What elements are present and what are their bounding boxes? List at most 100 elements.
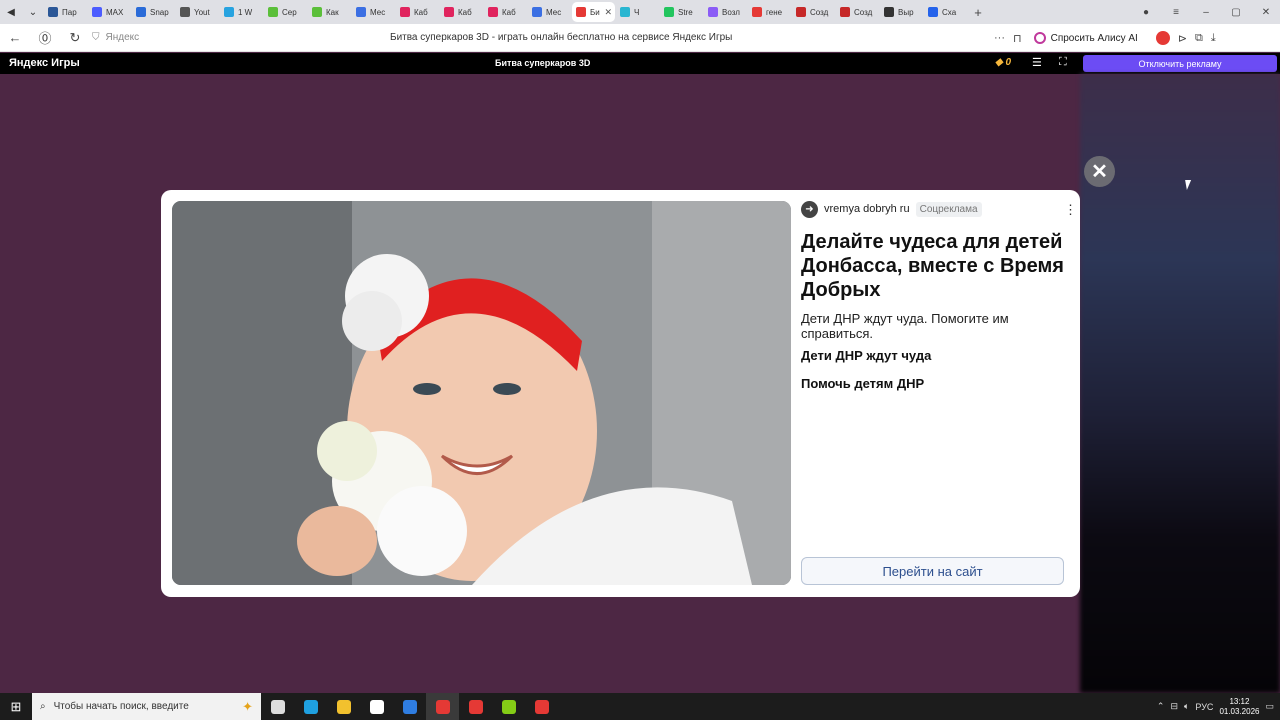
game-area: ➜ vremya dobryh ru Соцреклама ⋮ Делайте … [0,74,1280,693]
tab-favicon-icon [884,7,894,17]
close-ad-button[interactable]: ✕ [1084,156,1115,187]
tab-label: Выр [898,7,914,17]
browser-tab[interactable]: Каб [396,2,439,22]
extensions-icon[interactable]: ⧉ [1195,32,1203,45]
profile-icon[interactable]: ● [1132,7,1160,18]
more-icon[interactable]: ··· [994,32,1005,44]
browser-tab[interactable]: Пар [44,2,87,22]
ad-source[interactable]: ➜ vremya dobryh ru Соцреклама [801,200,982,218]
taskbar-app-yandex-browser[interactable] [426,693,459,720]
browser-tab[interactable]: Сха [924,2,967,22]
tab-favicon-icon [664,7,674,17]
tab-favicon-icon [356,7,366,17]
browser-tab-strip: ◀ ⌄ Пар MAX Snap Yout 1 W Сер Как Мес Каб Каб Каб М… [0,0,1280,24]
browser-tab[interactable]: Каб [440,2,483,22]
reload-button[interactable]: ↻ [60,24,90,52]
new-tab-button[interactable]: + [967,2,989,22]
tab-label: Мес [370,7,386,17]
browser-tab[interactable]: Ч [616,2,659,22]
yandex-games-logo[interactable]: Яндекс Игры [9,57,80,69]
tab-label: Би [590,7,600,17]
tab-label: Созд [854,7,873,17]
browser-tab[interactable]: Созд [792,2,835,22]
clock[interactable]: 13:12 01.03.2026 [1219,697,1259,717]
browser-tab[interactable]: Сер [264,2,307,22]
go-to-site-button[interactable]: Перейти на сайт [801,557,1064,585]
taskbar-app-yandex[interactable] [459,693,492,720]
coins-counter[interactable]: ◆ 0 [995,57,1011,68]
address-bar-actions: ··· ⊓ Спросить Алису AI ⊳ ⧉ ⤓ [994,24,1216,52]
reader-icon[interactable]: ⓪ [30,24,60,52]
taskbar-app-explorer[interactable] [327,693,360,720]
coins-value: 0 [1005,57,1012,68]
browser-tab[interactable]: MAX [88,2,131,22]
tab-audio-icon[interactable]: ◀ [0,0,22,24]
tab-list-chevron-icon[interactable]: ⌄ [22,0,44,24]
minimize-button[interactable]: – [1192,7,1220,18]
browser-tab[interactable]: Snap [132,2,175,22]
browser-tab[interactable]: Мес [528,2,571,22]
taskbar-app-app-green[interactable] [492,693,525,720]
taskbar-app-store[interactable] [360,693,393,720]
alice-button[interactable]: Спросить Алису AI [1033,32,1148,44]
ad-link-1[interactable]: Дети ДНР ждут чуда [801,348,931,363]
fullscreen-icon[interactable]: ⛶ [1059,56,1067,69]
menu-icon[interactable]: ☰ [1032,56,1042,69]
start-button[interactable]: ⊞ [0,693,32,720]
browser-tab[interactable]: Созд [836,2,879,22]
tab-favicon-icon [444,7,454,17]
tab-favicon-icon [532,7,542,17]
taskbar-app-task-view[interactable] [261,693,294,720]
browser-tab[interactable]: Каб [484,2,527,22]
browser-tab[interactable]: гене [748,2,791,22]
mail-icon [402,699,417,714]
tab-label: Yout [194,7,210,17]
ad-title[interactable]: Делайте чудеса для детей Донбасса, вмест… [801,230,1071,302]
taskbar-app-mail[interactable] [393,693,426,720]
arrow-right-icon: ➜ [801,200,818,218]
tab-label: Сер [282,7,297,17]
search-placeholder: Чтобы начать поиск, введите [53,701,189,712]
app-chrome-icon [534,699,549,714]
more-options-icon[interactable]: ⋮ [1064,202,1077,218]
browser-tab[interactable]: Как [308,2,351,22]
menu-icon[interactable]: ≡ [1162,7,1190,18]
tab-label: Stre [678,7,693,17]
network-icon[interactable]: ⊟ [1170,701,1178,712]
ad-link-2[interactable]: Помочь детям ДНР [801,376,924,391]
browser-tab[interactable]: Мес [352,2,395,22]
maximize-button[interactable]: ▢ [1222,7,1250,18]
browser-tab[interactable]: Би ✕ [572,2,615,22]
tab-label: Как [326,7,339,17]
downloads-icon[interactable]: ⤓ [1211,32,1216,45]
language-indicator[interactable]: РУС [1195,702,1213,712]
tray-expand-icon[interactable]: ⌃ [1157,701,1165,712]
tab-close-icon[interactable]: ✕ [604,7,612,18]
browser-tab[interactable]: Выр [880,2,923,22]
taskbar-app-edge[interactable] [294,693,327,720]
alice-label: Спросить Алису AI [1050,32,1138,44]
tab-label: гене [766,7,783,17]
yandex-icon [468,699,483,714]
yandex-browser-icon [435,699,450,714]
browser-tab[interactable]: Возл [704,2,747,22]
browser-tab[interactable]: Yout [176,2,219,22]
bookmark-icon[interactable]: ⊓ [1013,32,1022,45]
disable-ads-button[interactable]: Отключить рекламу [1083,55,1277,72]
taskbar-search[interactable]: ⌕ Чтобы начать поиск, введите ✦ [32,693,261,720]
close-window-button[interactable]: ✕ [1252,7,1280,18]
back-button[interactable]: ← [0,24,30,52]
browser-tab[interactable]: 1 W [220,2,263,22]
taskbar-app-app-chrome[interactable] [525,693,558,720]
clock-date: 01.03.2026 [1219,706,1260,716]
yandex-games-bar: Яндекс Игры Битва суперкаров 3D ◆ 0 ☰ ⛶ … [0,53,1280,74]
page-title[interactable]: Битва суперкаров 3D - играть онлайн бесп… [390,32,732,43]
volume-icon[interactable]: 🔈︎ [1184,701,1189,712]
site-security[interactable]: ⛉ Яндекс [92,32,139,43]
ad-image[interactable] [172,201,791,585]
tab-favicon-icon [400,7,410,17]
opera-extension-icon[interactable] [1155,31,1170,45]
browser-tab[interactable]: Stre [660,2,703,22]
notifications-icon[interactable]: ▭ [1265,701,1274,712]
media-icon[interactable]: ⊳ [1178,32,1187,45]
